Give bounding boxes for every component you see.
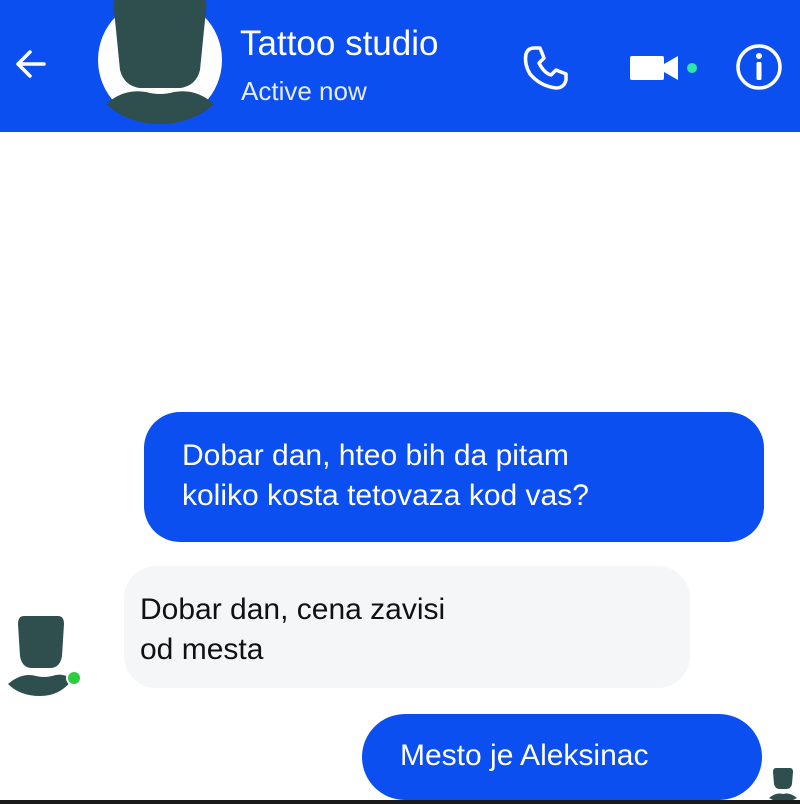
bottom-divider (0, 800, 800, 804)
back-button[interactable] (6, 40, 54, 88)
sender-avatar[interactable] (6, 612, 86, 698)
contact-name[interactable]: Tattoo studio (240, 22, 438, 66)
video-camera-icon (630, 56, 697, 80)
call-button[interactable] (518, 40, 574, 96)
message-line: Dobar dan, cena zavisi (140, 593, 446, 626)
info-button[interactable] (734, 42, 784, 92)
message-line: Mesto je Aleksinac (400, 739, 649, 772)
chat-header: Tattoo studio Active now (0, 0, 800, 132)
message-line: od mesta (140, 633, 264, 666)
outgoing-message[interactable]: Dobar dan, hteo bih da pitam koliko kost… (144, 412, 764, 542)
incoming-message[interactable]: Dobar dan, cena zavisi od mesta (124, 566, 690, 688)
contact-status: Active now (241, 76, 367, 106)
contact-avatar[interactable] (96, 0, 224, 128)
message-line: koliko kosta tetovaza kod vas? (182, 479, 589, 512)
video-call-button[interactable] (624, 44, 708, 92)
message-line: Dobar dan, hteo bih da pitam (182, 439, 569, 472)
read-receipt-avatar (768, 766, 798, 802)
video-active-dot (687, 63, 697, 73)
chat-screen: Tattoo studio Active now Dobar dan, hteo… (0, 0, 800, 804)
arrow-left-icon (16, 50, 46, 78)
online-status-dot (68, 672, 80, 684)
phone-icon (523, 46, 568, 90)
outgoing-message[interactable]: Mesto je Aleksinac (362, 714, 762, 800)
info-icon (736, 44, 782, 90)
